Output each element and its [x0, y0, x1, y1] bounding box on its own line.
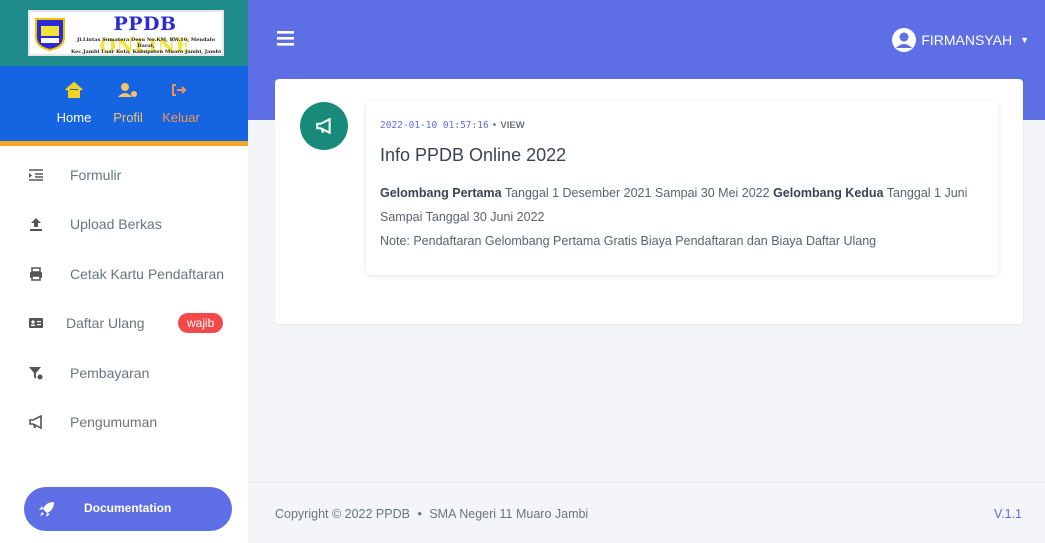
sidebar-item-upload-berkas[interactable]: Upload Berkas	[0, 200, 248, 250]
money-filter-icon	[29, 366, 44, 381]
home-icon	[65, 81, 83, 98]
post-note: Note: Pendaftaran Gelombang Pertama Grat…	[380, 234, 877, 248]
post-meta: 2022-01-10 01:57:16 • VIEW	[380, 120, 525, 131]
footer-version: V.1.1	[993, 507, 1022, 521]
post-datetime: 2022-01-10 01:57:16	[380, 120, 489, 131]
post-body: Gelombang Pertama Tanggal 1 Desember 202…	[380, 186, 968, 224]
rocket-icon	[39, 502, 54, 517]
user-name: FIRMANSYAH	[921, 32, 1013, 48]
post-title: Info PPDB Online 2022	[380, 145, 567, 165]
caret-down-icon: ▼	[1020, 35, 1029, 45]
nav-keluar[interactable]: Keluar	[161, 80, 201, 125]
upload-icon	[30, 218, 42, 232]
user-cog-icon	[118, 83, 137, 97]
sidebar-item-cetak-kartu[interactable]: Cetak Kartu Pendaftaran	[0, 249, 248, 299]
timeline-marker	[300, 102, 348, 150]
sidebar-item-label: Cetak Kartu Pendaftaran	[70, 265, 225, 282]
hamburger-menu-icon[interactable]	[277, 31, 294, 46]
sidebar-item-label: Pembayaran	[70, 364, 150, 381]
sidebar-item-label: Upload Berkas	[70, 216, 162, 233]
sign-out-icon	[172, 84, 187, 96]
sidebar: PPDB ONLINE Jl.Lintas Sumatera Desu No.K…	[0, 0, 248, 543]
nav-home[interactable]: Home	[54, 80, 94, 125]
id-card-icon	[29, 318, 43, 329]
sidebar-item-label: Daftar Ulang	[66, 315, 145, 332]
megaphone-icon	[29, 414, 42, 430]
footer-school: SMA Negeri 11 Muaro Jambi	[429, 507, 589, 521]
wajib-badge: wajib	[178, 313, 224, 334]
footer: Copyright © 2022 PPDB • SMA Negeri 11 Mu…	[248, 482, 1045, 543]
sidebar-item-label: Pengumuman	[70, 414, 158, 431]
sidebar-menu: Formulir Upload Berkas Cetak Kartu Penda…	[0, 150, 248, 447]
sidebar-item-pembayaran[interactable]: Pembayaran	[0, 348, 248, 398]
brand-address: Jl.Lintas Sumatera Desu No.KM, RW.16, Me…	[70, 37, 222, 55]
school-logo-icon	[35, 18, 65, 51]
sidebar-item-daftar-ulang[interactable]: Daftar Ulang wajib	[0, 299, 248, 349]
print-icon	[30, 267, 42, 281]
brand-header: PPDB ONLINE Jl.Lintas Sumatera Desu No.K…	[0, 0, 248, 66]
user-dropdown[interactable]: FIRMANSYAH ▼	[892, 28, 1029, 52]
sidebar-item-label: Formulir	[70, 166, 122, 183]
documentation-button[interactable]: Documentation	[24, 487, 232, 531]
sidebar-item-formulir[interactable]: Formulir	[0, 150, 248, 200]
list-indent-icon	[29, 168, 43, 181]
view-link[interactable]: VIEW	[500, 120, 524, 131]
brand-banner[interactable]: PPDB ONLINE Jl.Lintas Sumatera Desu No.K…	[28, 10, 224, 57]
megaphone-icon	[316, 117, 331, 135]
top-nav: Home Profil Keluar	[0, 66, 248, 146]
avatar-icon	[892, 28, 917, 52]
nav-profil[interactable]: Profil	[111, 80, 145, 125]
sidebar-item-pengumuman[interactable]: Pengumuman	[0, 398, 248, 448]
footer-copyright: Copyright © 2022 PPDB • SMA Negeri 11 Mu…	[275, 507, 589, 521]
announcement-post: 2022-01-10 01:57:16 • VIEW Info PPDB Onlin…	[366, 101, 998, 275]
